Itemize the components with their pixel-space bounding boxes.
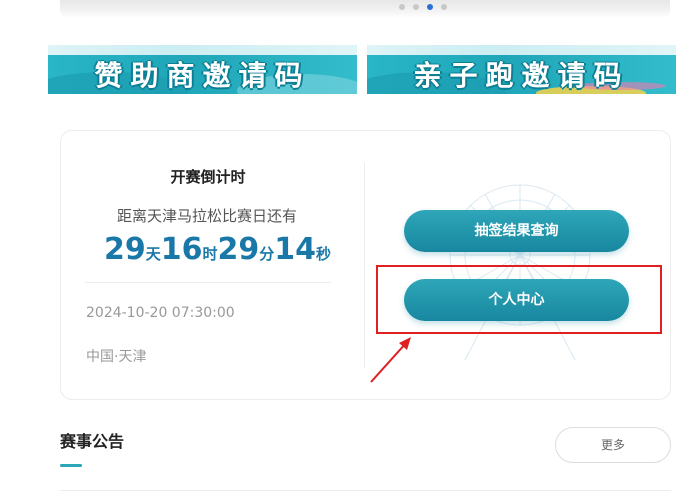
notice-section-title: 赛事公告 xyxy=(60,432,125,451)
race-location: 中国·天津 xyxy=(86,349,147,365)
carousel-dot-active[interactable] xyxy=(427,4,433,10)
countdown-days-unit: 天 xyxy=(145,245,161,263)
race-datetime: 2024-10-20 07:30:00 xyxy=(86,305,235,321)
banner-carousel[interactable] xyxy=(60,0,670,18)
section-divider xyxy=(60,490,671,491)
carousel-dot[interactable] xyxy=(399,4,405,10)
countdown-hours-unit: 时 xyxy=(202,245,218,263)
arrow-icon xyxy=(370,337,411,383)
family-run-invite-code-banner[interactable]: 亲子跑邀请码 xyxy=(367,45,676,94)
countdown-minutes: 29 xyxy=(217,232,260,267)
countdown-hours: 16 xyxy=(160,232,203,267)
countdown-seconds-unit: 秒 xyxy=(316,245,332,263)
countdown-title: 开赛倒计时 xyxy=(170,168,246,186)
countdown-days: 29 xyxy=(104,232,146,267)
notice-title-underline xyxy=(60,464,82,467)
banner-title: 亲子跑邀请码 xyxy=(413,59,630,92)
more-button[interactable]: 更多 xyxy=(555,427,671,463)
sponsor-invite-code-banner[interactable]: 赞助商邀请码 xyxy=(48,45,357,94)
countdown-seconds: 14 xyxy=(274,232,317,267)
banner-title: 赞助商邀请码 xyxy=(94,59,311,92)
countdown-minutes-unit: 分 xyxy=(259,245,275,263)
highlight-box xyxy=(376,265,662,334)
countdown-timer: 29天16时29分14秒 xyxy=(104,232,331,267)
carousel-dot[interactable] xyxy=(413,4,419,10)
carousel-dot[interactable] xyxy=(441,4,447,10)
card-divider-horizontal xyxy=(85,282,331,283)
draw-result-query-button[interactable]: 抽签结果查询 xyxy=(404,210,629,252)
carousel-indicator xyxy=(399,4,447,10)
countdown-subtitle: 距离天津马拉松比赛日还有 xyxy=(116,207,297,225)
